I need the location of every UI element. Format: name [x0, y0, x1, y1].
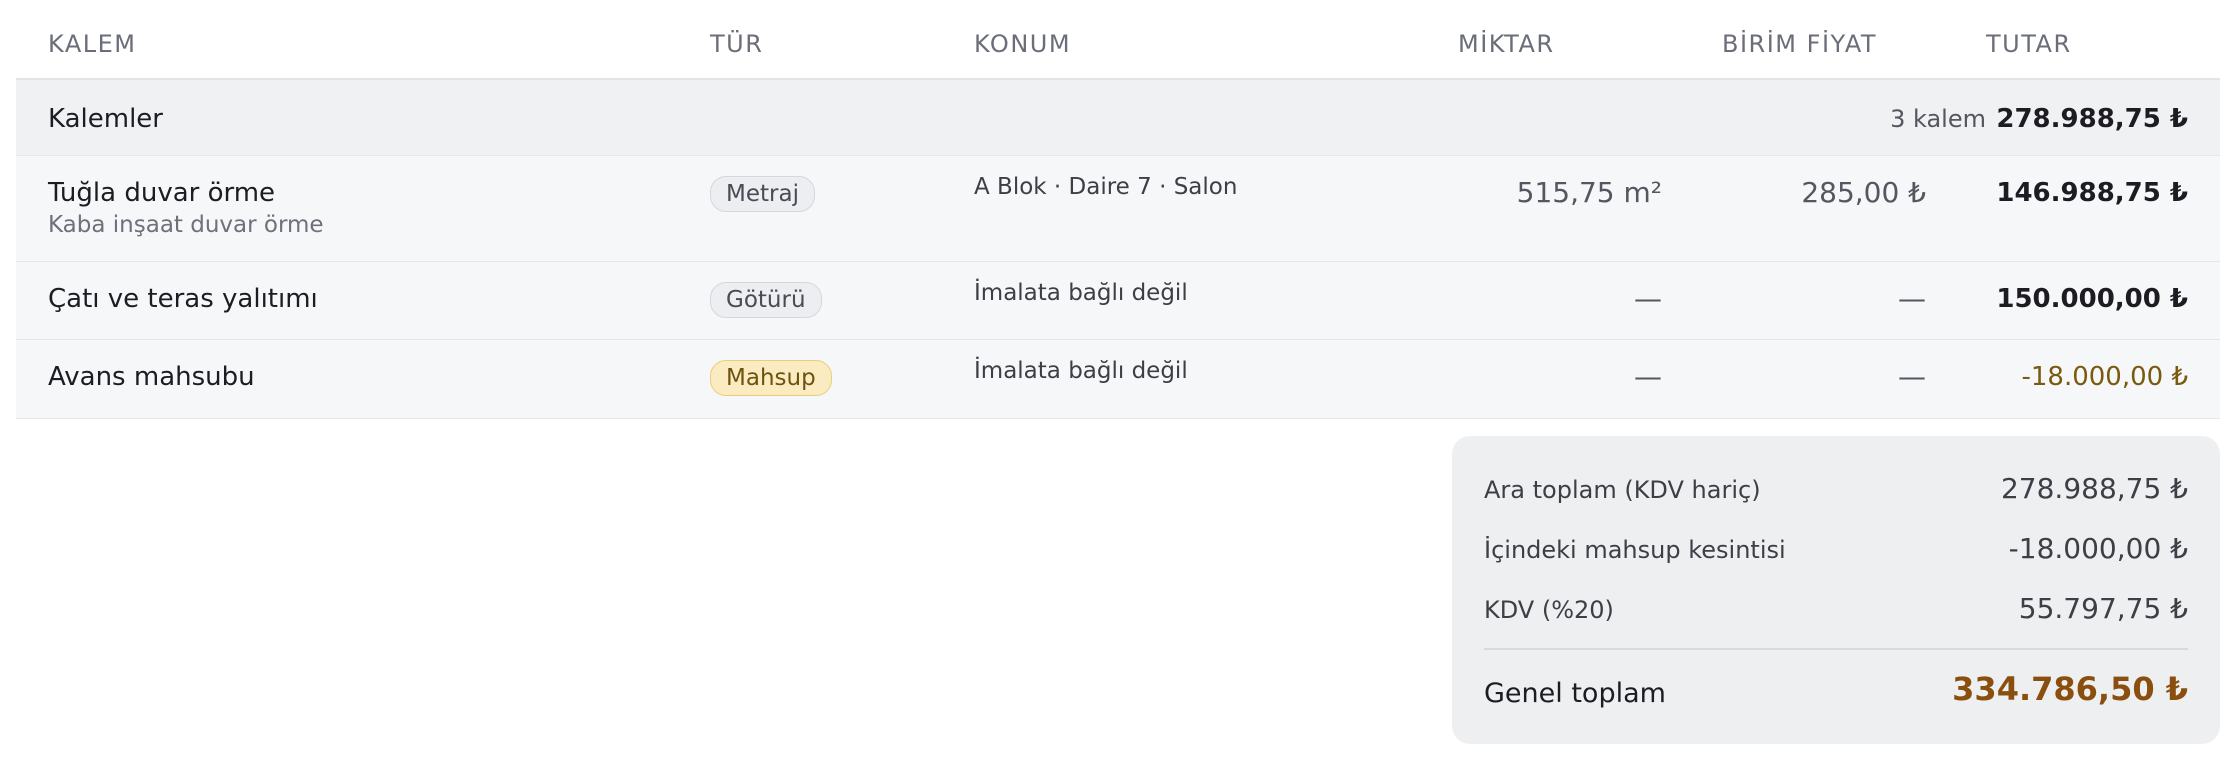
table-row[interactable]: Çatı ve teras yalıtımı Götürü İmalata ba… — [16, 262, 2220, 340]
summary-grand-total-row: Genel toplam 334.786,50 ₺ — [1484, 668, 2188, 718]
table-row[interactable]: Tuğla duvar örme Kaba inşaat duvar örme … — [16, 156, 2220, 262]
item-unit-price: — — [1898, 282, 1926, 315]
items-table: KALEM TÜR KONUM MİKTAR BİRİM FİYAT TUTAR… — [16, 0, 2220, 419]
group-row-kalemler[interactable]: Kalemler 3 kalem 278.988,75 ₺ — [16, 80, 2220, 156]
type-badge-goturu: Götürü — [710, 282, 822, 318]
item-name: Tuğla duvar örme — [48, 178, 276, 208]
grand-total-value: 334.786,50 ₺ — [1952, 670, 2188, 708]
item-type-cell: Mahsup — [710, 360, 832, 396]
column-header-tutar[interactable]: TUTAR — [1986, 30, 2072, 58]
deduction-value: -18.000,00 ₺ — [2008, 532, 2188, 565]
item-type-cell: Metraj — [710, 176, 815, 212]
item-quantity: 515,75 m² — [1516, 176, 1662, 209]
subtotal-value: 278.988,75 ₺ — [2000, 472, 2188, 505]
column-header-birim-fiyat[interactable]: BİRİM FİYAT — [1722, 30, 1877, 58]
summary-divider — [1484, 648, 2188, 650]
column-header-kalem[interactable]: KALEM — [48, 30, 136, 58]
item-amount: 150.000,00 ₺ — [1996, 284, 2188, 314]
table-header: KALEM TÜR KONUM MİKTAR BİRİM FİYAT TUTAR — [16, 0, 2220, 80]
vat-value: 55.797,75 ₺ — [2018, 592, 2188, 625]
item-unit-price: 285,00 ₺ — [1801, 176, 1926, 209]
group-item-count: 3 kalem — [1890, 105, 1986, 133]
item-unit-price: — — [1898, 360, 1926, 393]
summary-deduction-row: İçindeki mahsup kesintisi -18.000,00 ₺ — [1484, 530, 2188, 570]
subtotal-label: Ara toplam (KDV hariç) — [1484, 476, 1761, 504]
item-location: A Blok · Daire 7 · Salon — [974, 174, 1238, 200]
column-header-miktar[interactable]: MİKTAR — [1458, 30, 1555, 58]
summary-subtotal-row: Ara toplam (KDV hariç) 278.988,75 ₺ — [1484, 470, 2188, 510]
grand-total-label: Genel toplam — [1484, 678, 1666, 709]
totals-summary-panel: Ara toplam (KDV hariç) 278.988,75 ₺ İçin… — [1452, 436, 2220, 744]
item-amount-negative: -18.000,00 ₺ — [2021, 362, 2188, 392]
item-name: Çatı ve teras yalıtımı — [48, 284, 318, 314]
invoice-items-view: KALEM TÜR KONUM MİKTAR BİRİM FİYAT TUTAR… — [0, 0, 2236, 762]
summary-vat-row: KDV (%20) 55.797,75 ₺ — [1484, 590, 2188, 630]
item-name: Avans mahsubu — [48, 362, 255, 392]
item-quantity: — — [1634, 360, 1662, 393]
type-badge-mahsup: Mahsup — [710, 360, 832, 396]
vat-label: KDV (%20) — [1484, 596, 1614, 624]
column-header-konum[interactable]: KONUM — [974, 30, 1071, 58]
item-location: İmalata bağlı değil — [974, 280, 1188, 306]
item-location: İmalata bağlı değil — [974, 358, 1188, 384]
item-amount: 146.988,75 ₺ — [1996, 178, 2188, 208]
item-subtitle: Kaba inşaat duvar örme — [48, 212, 324, 238]
item-type-cell: Götürü — [710, 282, 822, 318]
group-total: 278.988,75 ₺ — [1996, 104, 2188, 134]
group-title: Kalemler — [48, 104, 163, 134]
item-quantity: — — [1634, 282, 1662, 315]
type-badge-metraj: Metraj — [710, 176, 815, 212]
table-row[interactable]: Avans mahsubu Mahsup İmalata bağlı değil… — [16, 340, 2220, 419]
column-header-tur[interactable]: TÜR — [710, 30, 763, 58]
deduction-label: İçindeki mahsup kesintisi — [1484, 536, 1786, 564]
